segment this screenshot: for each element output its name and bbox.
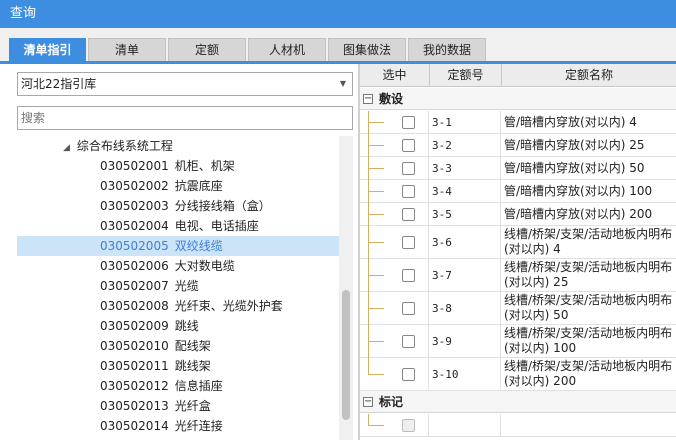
tree-root-label: 综合布线系统工程 [76,139,173,153]
row-checkbox[interactable] [402,208,415,221]
quota-name [502,414,676,436]
row-checkbox[interactable] [402,269,415,282]
tree-item[interactable]: 030502008 光纤束、光缆外护套 [17,296,339,316]
tab-labor-material[interactable]: 人材机 [248,38,326,61]
quota-name: 线槽/桥架/支架/活动地板内明布 (对以内) 25 [504,260,673,289]
table-row[interactable]: 3-5 管/暗槽内穿放(对以内) 200 [360,203,676,226]
row-checkbox[interactable] [402,419,415,432]
tree-item[interactable]: 030502006 大对数电缆 [17,256,339,276]
tree-item[interactable]: 030502010 配线架 [17,336,339,356]
collapse-minus-icon[interactable]: − [363,94,373,104]
quota-name: 线槽/桥架/支架/活动地板内明布 (对以内) 4 [504,227,673,256]
row-checkbox[interactable] [402,162,415,175]
quota-name: 线槽/桥架/支架/活动地板内明布 (对以内) 50 [504,293,673,322]
tab-bill[interactable]: 清单 [88,38,166,61]
tree-item[interactable]: 030502002 抗震底座 [17,176,339,196]
quota-code: 3-3 [430,157,501,179]
tree-item[interactable]: 030502012 信息插座 [17,376,339,396]
row-checkbox[interactable] [402,185,415,198]
tree-item-selected[interactable]: 030502005 双绞线缆 [17,236,339,256]
scrollbar-thumb[interactable] [342,290,350,420]
quota-name: 管/暗槽内穿放(对以内) 25 [504,138,645,152]
tab-atlas[interactable]: 图集做法 [328,38,406,61]
row-checkbox[interactable] [402,368,415,381]
table-row[interactable]: 3-2 管/暗槽内穿放(对以内) 25 [360,134,676,157]
tree-item[interactable]: 030502013 光纤盒 [17,396,339,416]
column-header-name[interactable]: 定额名称 [502,64,676,87]
table-row[interactable]: 3-8 线槽/桥架/支架/活动地板内明布 (对以内) 50 [360,292,676,325]
tree-scrollbar[interactable] [339,136,353,440]
quota-code [430,414,501,436]
tree-item[interactable]: 030502004 电视、电话插座 [17,216,339,236]
quota-code: 3-8 [430,292,501,324]
table-row[interactable] [360,414,676,437]
row-checkbox[interactable] [402,116,415,129]
library-select[interactable]: 河北22指引库 ▼ [17,72,353,96]
quota-code: 3-9 [430,325,501,357]
quota-name: 线槽/桥架/支架/活动地板内明布 (对以内) 100 [504,326,673,355]
row-checkbox[interactable] [402,302,415,315]
table-row[interactable]: 3-10 线槽/桥架/支架/活动地板内明布 (对以内) 200 [360,358,676,391]
search-input[interactable] [17,106,353,130]
quota-name: 管/暗槽内穿放(对以内) 4 [504,115,637,129]
table-row[interactable]: 3-6 线槽/桥架/支架/活动地板内明布 (对以内) 4 [360,226,676,259]
dropdown-arrow-icon[interactable]: ▼ [340,73,346,95]
table-row[interactable]: 3-4 管/暗槽内穿放(对以内) 100 [360,180,676,203]
quota-name: 管/暗槽内穿放(对以内) 200 [504,207,653,221]
row-checkbox[interactable] [402,335,415,348]
collapse-minus-icon[interactable]: − [363,397,373,407]
tree-item[interactable]: 030502007 光缆 [17,276,339,296]
collapse-triangle-icon[interactable]: ◢ [63,143,70,153]
row-checkbox[interactable] [402,139,415,152]
tab-bar: 清单指引 清单 定额 人材机 图集做法 我的数据 [0,28,676,64]
quota-grid: 选中 定额号 定额名称 − 敷设 3-1 管/暗槽内穿放(对以内) 4 3-2 … [360,64,676,440]
column-header-code[interactable]: 定额号 [430,64,502,87]
tree-item[interactable]: 030502009 跳线 [17,316,339,336]
quota-name: 管/暗槽内穿放(对以内) 50 [504,161,645,175]
column-header-select[interactable]: 选中 [360,64,430,87]
quota-code: 3-6 [430,226,501,258]
tree-item[interactable]: 030502011 跳线架 [17,356,339,376]
quota-code: 3-1 [430,111,501,133]
group-row-mark[interactable]: − 标记 [360,391,676,413]
guide-tree: ◢ 综合布线系统工程 030502001 机柜、机架 030502002 抗震底座 0… [17,136,339,440]
tree-item[interactable]: 030502014 光纤连接 [17,416,339,436]
window-title: 查询 [0,0,676,28]
tree-item[interactable]: 030502001 机柜、机架 [17,156,339,176]
row-checkbox[interactable] [402,236,415,249]
guide-panel: 河北22指引库 ▼ ◢ 综合布线系统工程 030502001机柜、机架 03050… [0,64,358,440]
tree-item[interactable]: 030502003 分线接线箱（盒） [17,196,339,216]
quota-code: 3-7 [430,259,501,291]
group-label: 标记 [379,395,404,409]
tab-quota[interactable]: 定额 [168,38,246,61]
tab-my-data[interactable]: 我的数据 [408,38,486,61]
quota-name: 管/暗槽内穿放(对以内) 100 [504,184,653,198]
group-label: 敷设 [379,92,404,106]
library-select-value: 河北22指引库 [21,77,97,91]
quota-code: 3-4 [430,180,501,202]
table-row[interactable]: 3-1 管/暗槽内穿放(对以内) 4 [360,111,676,134]
grid-header: 选中 定额号 定额名称 [360,64,676,87]
quota-name: 线槽/桥架/支架/活动地板内明布 (对以内) 200 [504,359,673,388]
table-row[interactable]: 3-7 线槽/桥架/支架/活动地板内明布 (对以内) 25 [360,259,676,292]
quota-code: 3-2 [430,134,501,156]
tree-node-root[interactable]: ◢ 综合布线系统工程 [63,136,173,156]
table-row[interactable]: 3-3 管/暗槽内穿放(对以内) 50 [360,157,676,180]
tab-guide[interactable]: 清单指引 [9,38,86,61]
quota-code: 3-10 [430,358,501,390]
quota-code: 3-5 [430,203,501,225]
group-row-laying[interactable]: − 敷设 [360,88,676,110]
table-row[interactable]: 3-9 线槽/桥架/支架/活动地板内明布 (对以内) 100 [360,325,676,358]
